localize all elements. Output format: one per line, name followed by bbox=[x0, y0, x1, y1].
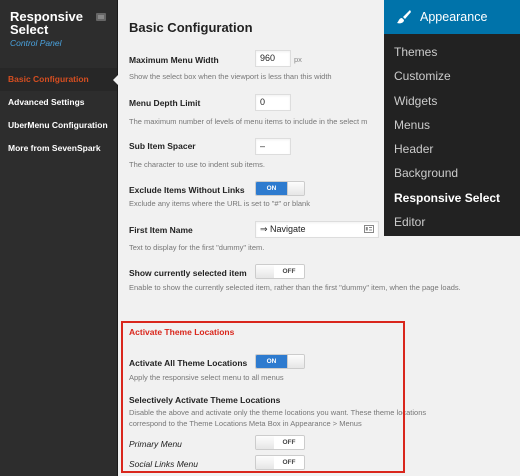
toggle-off-label: OFF bbox=[274, 265, 304, 278]
depth-limit-label: Menu Depth Limit bbox=[129, 98, 201, 108]
exclude-links-desc: Exclude any items where the URL is set t… bbox=[129, 199, 310, 208]
sidebar-item-ubermenu-configuration[interactable]: UberMenu Configuration bbox=[0, 114, 117, 137]
max-width-unit: px bbox=[294, 55, 302, 64]
submenu-item-widgets[interactable]: Widgets bbox=[384, 89, 520, 113]
page-title: Basic Configuration bbox=[129, 20, 253, 35]
first-item-value: ⇒ Navigate bbox=[260, 224, 306, 234]
show-selected-toggle[interactable]: OFF bbox=[255, 264, 305, 279]
brand: Responsive Select Control Panel bbox=[0, 0, 117, 56]
brand-subtitle: Control Panel bbox=[10, 38, 62, 48]
sidebar-item-basic-configuration[interactable]: Basic Configuration bbox=[0, 68, 118, 91]
submenu-item-background[interactable]: Background bbox=[384, 161, 520, 185]
depth-limit-input[interactable]: 0 bbox=[255, 94, 291, 111]
toggle-on-label: ON bbox=[256, 182, 287, 195]
theme-locations-highlight bbox=[121, 321, 405, 473]
max-width-label: Maximum Menu Width bbox=[129, 55, 219, 65]
submenu-item-responsive-select[interactable]: Responsive Select bbox=[384, 186, 520, 210]
sub-spacer-input[interactable]: – bbox=[255, 138, 291, 155]
submenu-item-themes[interactable]: Themes bbox=[384, 40, 520, 64]
card-icon bbox=[364, 225, 374, 233]
first-item-label: First Item Name bbox=[129, 225, 193, 235]
show-selected-label: Show currently selected item bbox=[129, 268, 247, 278]
appearance-menu: Appearance Themes Customize Widgets Menu… bbox=[384, 0, 520, 236]
brand-title-line2: Select bbox=[10, 22, 49, 37]
max-width-desc: Show the select box when the viewport is… bbox=[129, 72, 332, 81]
appearance-submenu: Themes Customize Widgets Menus Header Ba… bbox=[384, 40, 520, 234]
appearance-menu-header[interactable]: Appearance bbox=[384, 0, 520, 34]
depth-limit-desc: The maximum number of levels of menu ite… bbox=[129, 117, 368, 126]
sidebar-item-more-from-sevenspark[interactable]: More from SevenSpark bbox=[0, 137, 117, 160]
submenu-item-customize[interactable]: Customize bbox=[384, 64, 520, 88]
toggle-knob bbox=[287, 182, 304, 195]
exclude-links-toggle[interactable]: ON bbox=[255, 181, 305, 196]
toggle-knob bbox=[256, 265, 275, 278]
sidebar-nav: Basic Configuration Advanced Settings Ub… bbox=[0, 68, 118, 160]
paintbrush-icon bbox=[397, 10, 411, 24]
sidebar-item-advanced-settings[interactable]: Advanced Settings bbox=[0, 91, 117, 114]
sub-spacer-desc: The character to use to indent sub items… bbox=[129, 160, 265, 169]
first-item-desc: Text to display for the first "dummy" it… bbox=[129, 243, 265, 252]
control-panel-sidebar: Responsive Select Control Panel Basic Co… bbox=[0, 0, 118, 476]
submenu-item-editor[interactable]: Editor bbox=[384, 210, 520, 234]
gear-icon bbox=[96, 13, 106, 21]
appearance-menu-title: Appearance bbox=[420, 10, 488, 24]
sub-spacer-label: Sub Item Spacer bbox=[129, 141, 196, 151]
exclude-links-label: Exclude Items Without Links bbox=[129, 185, 245, 195]
submenu-item-header[interactable]: Header bbox=[384, 137, 520, 161]
max-width-input[interactable]: 960 bbox=[255, 50, 291, 67]
first-item-input[interactable]: ⇒ Navigate bbox=[255, 221, 379, 238]
show-selected-desc: Enable to show the currently selected it… bbox=[129, 283, 461, 292]
submenu-item-menus[interactable]: Menus bbox=[384, 113, 520, 137]
